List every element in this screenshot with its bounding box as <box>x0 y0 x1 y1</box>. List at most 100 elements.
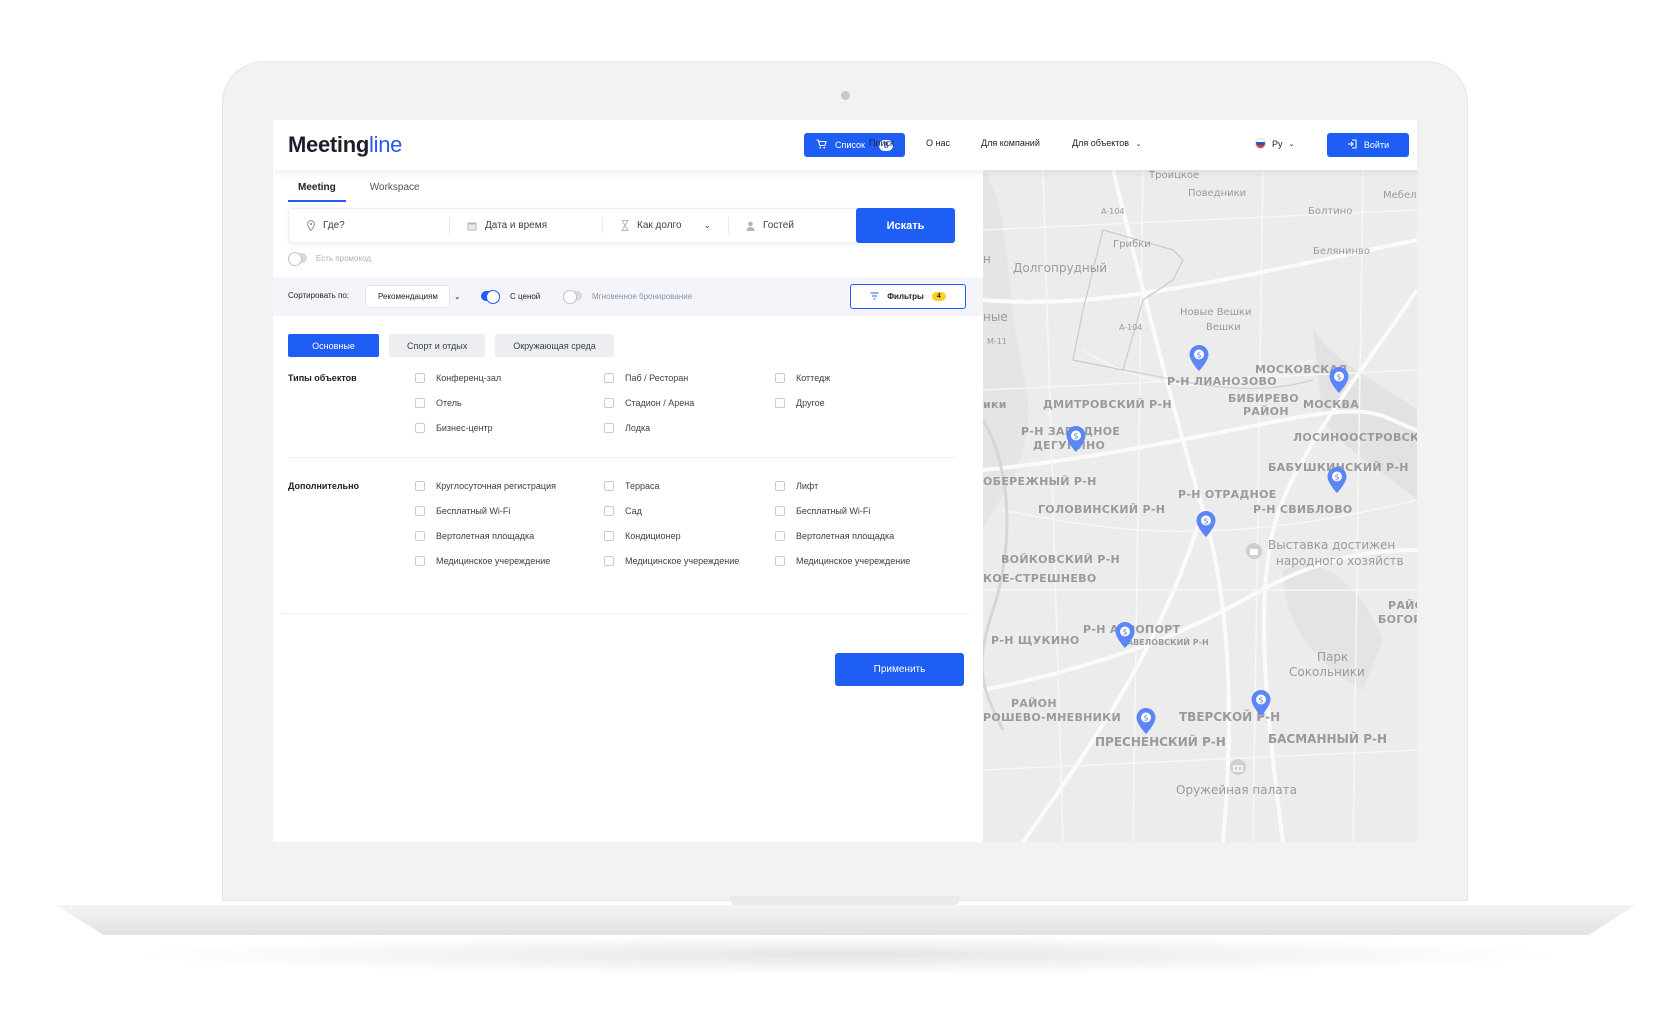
checkbox-label: Медицинское учереждение <box>436 556 551 566</box>
types-title: Типы объектов <box>288 373 357 383</box>
search-button[interactable]: Искать <box>856 208 955 243</box>
nav-search[interactable]: Поиск <box>869 138 894 148</box>
filter-icon <box>870 291 879 302</box>
map-pin-icon[interactable]: $ <box>1114 621 1136 649</box>
checkbox-label: Коттедж <box>796 373 831 383</box>
checkbox-label: Паб / Ресторан <box>625 373 689 383</box>
svg-text:$: $ <box>1203 517 1208 526</box>
promo-toggle[interactable] <box>288 252 307 266</box>
sort-select[interactable]: Рекомендациям ⌄ <box>365 285 461 308</box>
category-tabs: Основные Спорт и отдых Окружающая среда <box>288 334 614 357</box>
map-label: РОШЕВО-МНЕВНИКИ <box>983 711 1121 724</box>
tab-sport[interactable]: Спорт и отдых <box>389 334 486 357</box>
chevron-down-icon: ⌄ <box>1288 140 1295 148</box>
where-placeholder: Где? <box>323 220 345 231</box>
checkbox-medical[interactable]: Медицинское учереждение <box>415 556 550 566</box>
map-pin-icon[interactable]: $ <box>1195 510 1217 538</box>
divider <box>728 217 729 234</box>
camera-dot <box>841 91 850 100</box>
checkbox-box <box>415 423 425 433</box>
duration-field[interactable]: Как долго ⌄ <box>621 209 721 242</box>
checkbox-box <box>415 481 425 491</box>
map-label: Белянинво <box>1313 246 1371 257</box>
filters-button[interactable]: Фильтры 4 <box>850 284 966 309</box>
instant-booking-toggle[interactable] <box>563 290 582 304</box>
checkbox-wifi-2[interactable]: Бесплатный Wi-Fi <box>775 506 870 516</box>
divider <box>281 613 971 614</box>
checkbox-box <box>604 481 614 491</box>
checkbox-label: Конференц-зал <box>436 373 502 383</box>
checkbox-pub[interactable]: Паб / Ресторан <box>604 373 688 383</box>
map-label: МОСКВА <box>1303 398 1360 411</box>
user-icon <box>746 221 755 231</box>
with-price-toggle[interactable] <box>481 290 500 304</box>
login-label: Войти <box>1363 140 1390 150</box>
map-label: н <box>983 252 991 266</box>
checkbox-helipad[interactable]: Вертолетная площадка <box>415 531 534 541</box>
checkbox-elevator[interactable]: Лифт <box>775 481 818 491</box>
checkbox-helipad-2[interactable]: Вертолетная площадка <box>775 531 894 541</box>
duration-placeholder: Как долго <box>637 220 682 231</box>
date-field[interactable]: Дата и время <box>467 209 597 242</box>
checkbox-box <box>415 506 425 516</box>
nav-companies[interactable]: Для компаний <box>981 138 1040 148</box>
sort-value: Рекомендациям <box>378 292 438 301</box>
location-pin-icon <box>307 220 315 231</box>
map[interactable]: Троицкое Поведники Мебел фабр Болтино Гр… <box>983 170 1417 842</box>
map-label: ные <box>983 310 1008 324</box>
russia-flag-icon <box>1255 138 1266 149</box>
checkbox-hotel[interactable]: Отель <box>415 398 462 408</box>
map-label: Выставка достижен <box>1268 538 1396 552</box>
tab-meeting[interactable]: Meeting <box>288 182 346 202</box>
checkbox-boat[interactable]: Лодка <box>604 423 650 433</box>
checkbox-business-center[interactable]: Бизнес-центр <box>415 423 493 433</box>
checkbox-24h-registration[interactable]: Круглосуточная регистрация <box>415 481 556 491</box>
divider <box>288 457 955 458</box>
checkbox-garden[interactable]: Сад <box>604 506 642 516</box>
map-label: Вешки <box>1206 322 1241 333</box>
login-button[interactable]: Войти <box>1327 133 1409 157</box>
checkbox-medical-2[interactable]: Медицинское учереждение <box>604 556 739 566</box>
checkbox-wifi[interactable]: Бесплатный Wi-Fi <box>415 506 510 516</box>
checkbox-medical-3[interactable]: Медицинское учереждение <box>775 556 910 566</box>
with-price-option: С ценой <box>481 290 540 304</box>
nav-about[interactable]: О нас <box>926 138 950 148</box>
map-label: БИБИРЕВО <box>1228 392 1299 405</box>
checkbox-terrace[interactable]: Терраса <box>604 481 660 491</box>
map-pin-icon[interactable]: $ <box>1188 344 1210 372</box>
checkbox-box <box>775 373 785 383</box>
nav-objects[interactable]: Для объектов ⌄ <box>1072 138 1141 148</box>
search-bar: Где? Дата и время Как долго ⌄ Гостей Иск… <box>288 208 955 243</box>
chevron-down-icon: ⌄ <box>1135 141 1142 148</box>
tab-workspace[interactable]: Workspace <box>370 182 420 202</box>
map-pin-icon[interactable]: $ <box>1328 366 1350 394</box>
map-label: M-11 <box>987 337 1007 346</box>
calendar-icon <box>467 222 477 230</box>
nav-objects-label: Для объектов <box>1072 138 1130 148</box>
map-label: Р-Н ЛИАНОЗОВО <box>1167 375 1277 388</box>
apply-button[interactable]: Применить <box>835 653 964 686</box>
map-pin-icon[interactable]: $ <box>1326 466 1348 494</box>
checkbox-stadium[interactable]: Стадион / Арена <box>604 398 694 408</box>
logo[interactable]: Meetingline <box>288 132 402 158</box>
checkbox-box <box>604 556 614 566</box>
checkbox-conference-hall[interactable]: Конференц-зал <box>415 373 501 383</box>
map-pin-icon[interactable]: $ <box>1135 707 1157 735</box>
checkbox-air-conditioner[interactable]: Кондиционер <box>604 531 681 541</box>
svg-text:$: $ <box>1336 373 1341 382</box>
language-selector[interactable]: Ру ⌄ <box>1255 138 1294 149</box>
tab-main[interactable]: Основные <box>288 334 379 357</box>
svg-text:$: $ <box>1196 351 1201 360</box>
map-label: Р-Н ОТРАДНОЕ <box>1178 488 1277 501</box>
checkbox-box <box>604 423 614 433</box>
checkbox-cottage[interactable]: Коттедж <box>775 373 830 383</box>
map-pin-icon[interactable]: $ <box>1065 425 1087 453</box>
tab-environment[interactable]: Окружающая среда <box>495 334 614 357</box>
sort-label: Сортировать по: <box>288 291 350 300</box>
list-button-label: Список <box>835 140 865 150</box>
guests-field[interactable]: Гостей <box>746 209 826 242</box>
checkbox-other[interactable]: Другое <box>775 398 825 408</box>
where-field[interactable]: Где? <box>307 209 447 242</box>
map-pin-icon[interactable]: $ <box>1250 689 1272 717</box>
map-label: Мебел фабр <box>1383 190 1417 201</box>
